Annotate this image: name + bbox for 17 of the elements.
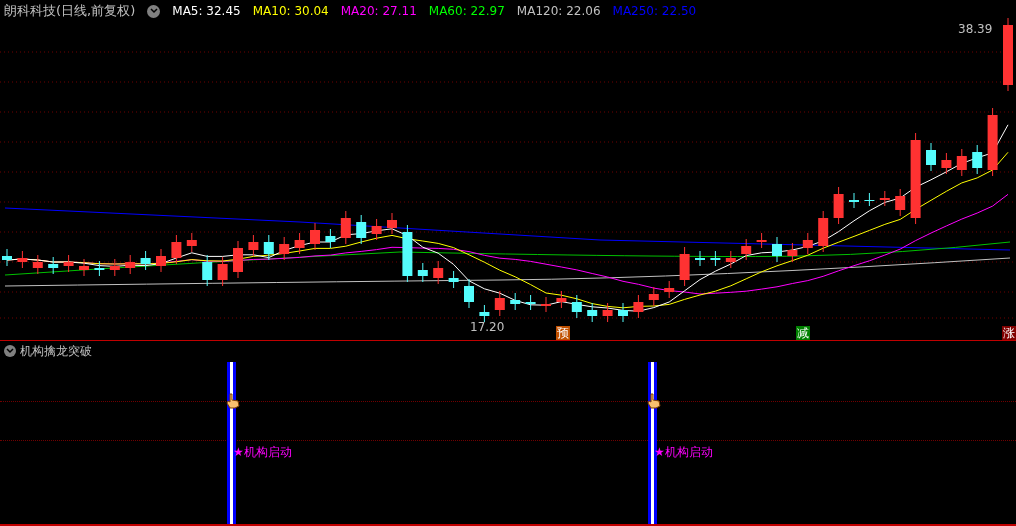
signal-marker: 预 [556, 326, 570, 340]
hand-pointer-icon [647, 393, 661, 409]
moving-average-label: MA60: 22.97 [428, 3, 505, 20]
signal-marker: 涨 [1002, 326, 1016, 340]
moving-average-label: MA250: 22.50 [612, 3, 697, 20]
hand-pointer-icon [226, 393, 240, 409]
moving-average-label: MA5: 32.45 [172, 3, 241, 20]
moving-average-label: MA10: 30.04 [252, 3, 329, 20]
moving-average-label: MA120: 22.06 [516, 3, 601, 20]
high-price-label: 38.39 [958, 21, 993, 38]
chevron-down-icon[interactable] [4, 345, 16, 357]
low-price-label: 17.20 [470, 319, 505, 336]
indicator-title: 机构擒龙突破 [20, 343, 92, 360]
signal-marker: 减 [796, 326, 810, 340]
stock-title: 朗科科技(日线,前复权) [4, 2, 136, 21]
moving-average-label: MA20: 27.11 [340, 3, 417, 20]
chevron-down-icon[interactable] [147, 4, 161, 18]
